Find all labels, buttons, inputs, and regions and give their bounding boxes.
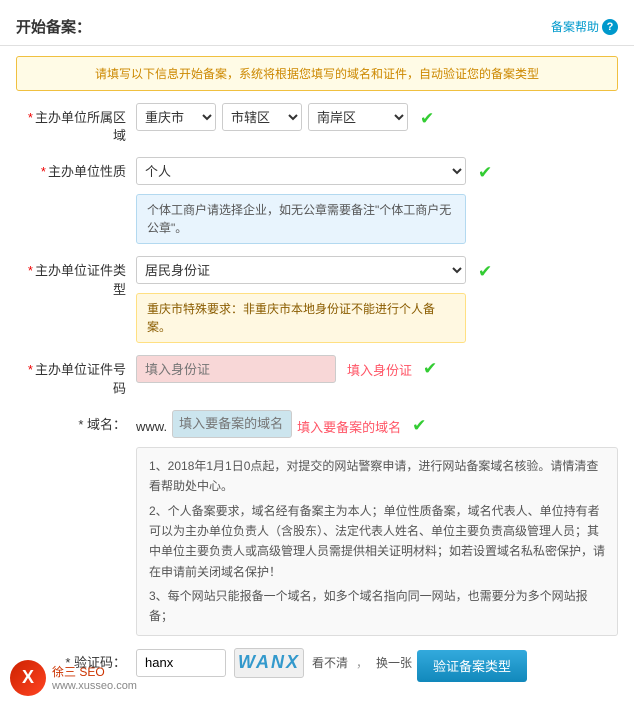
city-select[interactable]: 市辖区 (222, 103, 302, 131)
domain-input[interactable] (172, 410, 292, 438)
cert-type-select-row: 居民身份证 ✔ (136, 256, 492, 284)
help-icon: ? (602, 19, 618, 35)
cert-type-select[interactable]: 居民身份证 (136, 256, 466, 284)
unit-type-row: *主办单位性质 个人 ✔ 个体工商户请选择企业，如无公章需要备注"个体工商户无公… (10, 157, 624, 244)
cert-no-label: *主办单位证件号码 (16, 355, 136, 397)
submit-button[interactable]: 验证备案类型 (417, 650, 527, 682)
cert-no-row: *主办单位证件号码 填入身份证 ✔ (10, 355, 624, 397)
unit-type-label: *主办单位性质 (16, 157, 136, 181)
cert-no-input[interactable] (136, 355, 336, 383)
domain-label: * 域名： (16, 410, 136, 434)
cert-type-check-icon: ✔ (478, 258, 492, 282)
province-select[interactable]: 重庆市 (136, 103, 216, 131)
rule-2: 2、个人备案要求，域名经有备案主为本人；单位性质备案，域名代表人、单位持有者可以… (149, 501, 605, 583)
help-link-text: 备案帮助 (551, 18, 599, 35)
required-star-3: * (28, 263, 33, 278)
brand-url: www.xusseo.com (52, 680, 137, 692)
domain-row: * 域名： www. 填入要备案的域名 ✔ 1、2018年1月1日0点起，对提交… (10, 410, 624, 636)
required-star-4: * (28, 362, 33, 377)
cert-type-warning: 重庆市特殊要求：非重庆市本地身份证不能进行个人备案。 (136, 293, 466, 343)
region-label: *主办单位所属区域 (16, 103, 136, 145)
captcha-image: WANX (234, 648, 304, 678)
notice-bar: 请填写以下信息开始备案，系统将根据您填写的域名和证件，自动验证您的备案类型 (16, 56, 618, 91)
cert-no-hint: 填入身份证 (341, 355, 412, 379)
form-container: *主办单位所属区域 重庆市 市辖区 南岸区 ✔ (0, 103, 634, 682)
page-title: 开始备案： (16, 16, 91, 37)
logo-info: 徐三 SEO www.xusseo.com (52, 663, 137, 692)
rule-1: 1、2018年1月1日0点起，对提交的网站警察申请，进行网站备案域名核验。请情清… (149, 456, 605, 497)
cert-type-row: *主办单位证件类型 居民身份证 ✔ 重庆市特殊要求：非重庆市本地身份证不能进行个… (10, 256, 624, 343)
domain-check-icon: ✔ (412, 412, 426, 436)
unit-type-note: 个体工商户请选择企业，如无公章需要备注"个体工商户无公章"。 (136, 194, 466, 244)
domain-prefix: www. (136, 414, 167, 434)
region-content: 重庆市 市辖区 南岸区 ✔ (136, 103, 618, 131)
rule-3: 3、每个网站只能报备一个域名，如多个域名指向同一网站，也需要分为多个网站报备； (149, 586, 605, 627)
required-star: * (28, 110, 33, 125)
unit-type-check-icon: ✔ (478, 159, 492, 183)
domain-hint: 填入要备案的域名 (297, 412, 401, 436)
district-select[interactable]: 南岸区 (308, 103, 408, 131)
logo-letter: X (22, 667, 34, 688)
captcha-input[interactable] (136, 649, 226, 677)
help-link[interactable]: 备案帮助 ? (551, 18, 618, 35)
required-star-2: * (41, 164, 46, 179)
region-row: *主办单位所属区域 重庆市 市辖区 南岸区 ✔ (10, 103, 624, 145)
cert-no-check-icon: ✔ (423, 355, 437, 379)
cert-type-content: 居民身份证 ✔ 重庆市特殊要求：非重庆市本地身份证不能进行个人备案。 (136, 256, 618, 343)
region-selects: 重庆市 市辖区 南岸区 ✔ (136, 103, 434, 131)
bottom-logo: X 徐三 SEO www.xusseo.com (10, 660, 137, 696)
unit-type-select-row: 个人 ✔ (136, 157, 492, 185)
rules-box: 1、2018年1月1日0点起，对提交的网站警察申请，进行网站备案域名核验。请情清… (136, 447, 618, 636)
captcha-sep: ， (356, 654, 368, 671)
unit-type-select[interactable]: 个人 (136, 157, 466, 185)
captcha-cant-see[interactable]: 看不清 (312, 654, 348, 671)
captcha-change[interactable]: 换一张 (376, 654, 412, 671)
page-container: 开始备案： 备案帮助 ? 请填写以下信息开始备案，系统将根据您填写的域名和证件，… (0, 0, 634, 704)
domain-content: www. 填入要备案的域名 ✔ 1、2018年1月1日0点起，对提交的网站警察申… (136, 410, 618, 636)
domain-input-row: www. 填入要备案的域名 ✔ (136, 410, 426, 438)
unit-type-content: 个人 ✔ 个体工商户请选择企业，如无公章需要备注"个体工商户无公章"。 (136, 157, 618, 244)
captcha-content: WANX 看不清 ， 换一张 验证备案类型 (136, 648, 618, 682)
logo-icon: X (10, 660, 46, 696)
captcha-input-row: WANX 看不清 ， 换一张 (136, 648, 412, 678)
brand-name: 徐三 SEO (52, 663, 137, 680)
region-check-icon: ✔ (420, 105, 434, 129)
cert-no-content: 填入身份证 ✔ (136, 355, 618, 383)
cert-type-label: *主办单位证件类型 (16, 256, 136, 298)
page-header: 开始备案： 备案帮助 ? (0, 10, 634, 46)
